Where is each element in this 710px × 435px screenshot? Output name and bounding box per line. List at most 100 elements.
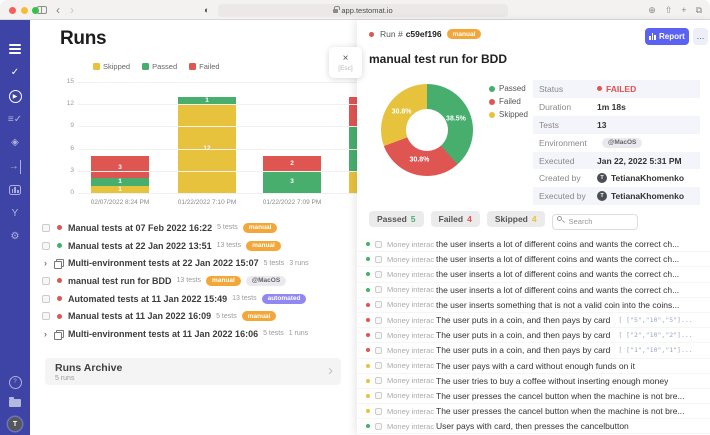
tab-count: 4: [532, 214, 537, 224]
run-detail-panel: Run # c59ef196 manual Report … manual te…: [357, 20, 710, 435]
test-list-item[interactable]: Money interac...the user inserts a lot o…: [357, 252, 710, 267]
status-text: FAILED: [606, 84, 636, 94]
new-tab-icon[interactable]: +: [681, 5, 686, 15]
test-checkbox[interactable]: [375, 362, 382, 369]
test-checkbox[interactable]: [375, 332, 382, 339]
browser-forward-icon[interactable]: ›: [70, 1, 74, 19]
donut-legend-item-failed: Failed: [489, 95, 528, 108]
test-example-data: [ ["2","10","2"]...: [618, 331, 692, 339]
test-checkbox[interactable]: [375, 423, 382, 430]
test-status-dot: [366, 318, 370, 322]
test-list-item[interactable]: Money interac...The user puts in a coin,…: [357, 343, 710, 358]
test-suite-name: Money interac...: [387, 391, 434, 400]
tab-passed[interactable]: Passed5: [369, 211, 424, 227]
help-nav-item[interactable]: ?: [0, 375, 30, 389]
test-checkbox[interactable]: [375, 408, 382, 415]
test-list-item[interactable]: Money interac...the user inserts somethi…: [357, 298, 710, 313]
runs-play-icon: ▶: [9, 90, 22, 103]
menu-nav-item[interactable]: [0, 42, 30, 56]
run-checkbox[interactable]: [42, 295, 50, 303]
run-list-item[interactable]: ›Multi-environment tests at 22 Jan 2022 …: [30, 254, 357, 272]
runs-play-nav-item[interactable]: ▶: [0, 89, 30, 103]
test-list-item[interactable]: Money interac...The user pays with a car…: [357, 359, 710, 374]
archive-meta: 5 runs: [55, 375, 331, 382]
test-list-item[interactable]: Money interac...the user inserts a lot o…: [357, 237, 710, 252]
test-list-item[interactable]: Money interac...The user tries to buy a …: [357, 374, 710, 389]
legend-swatch: [93, 63, 100, 70]
test-list-nav-item[interactable]: ≡✓: [0, 113, 30, 127]
test-list-item[interactable]: Money interac...the user inserts a lot o…: [357, 267, 710, 282]
tab-label: Skipped: [495, 214, 528, 224]
test-list-item[interactable]: Money interac...the user inserts a lot o…: [357, 283, 710, 298]
test-list-item[interactable]: Money interac...The user puts in a coin,…: [357, 328, 710, 343]
import-nav-item[interactable]: →: [0, 160, 30, 174]
test-suite-name: Money interac...: [387, 376, 434, 385]
run-checkbox[interactable]: [42, 224, 50, 232]
bar-segment-failed: 2: [263, 156, 321, 171]
more-options-button[interactable]: …: [693, 28, 708, 45]
test-list-item[interactable]: Money interac...The user puts in a coin,…: [357, 313, 710, 328]
run-checkbox[interactable]: [42, 242, 50, 250]
sidebar-bottom: ?T: [0, 375, 30, 431]
user-name: TetianaKhomenko: [611, 173, 684, 183]
test-list-item[interactable]: Money interac...The user presses the can…: [357, 389, 710, 404]
run-list-item[interactable]: Manual tests at 07 Feb 2022 16:225 tests…: [30, 219, 357, 237]
results-check-nav-item[interactable]: ✓: [0, 66, 30, 80]
test-checkbox[interactable]: [375, 286, 382, 293]
donut-legend-swatch: [489, 86, 495, 92]
runs-list: Manual tests at 07 Feb 2022 16:225 tests…: [30, 219, 357, 343]
address-bar[interactable]: app.testomat.io: [218, 4, 508, 17]
run-list-item[interactable]: manual test run for BDD13 testsmanual@Ma…: [30, 272, 357, 290]
close-icon[interactable]: ×: [343, 54, 349, 64]
test-checkbox[interactable]: [375, 271, 382, 278]
info-row: Environment@MacOS: [533, 134, 700, 152]
run-list-item[interactable]: Automated tests at 11 Jan 2022 15:4913 t…: [30, 290, 357, 308]
legend-swatch: [189, 63, 196, 70]
suites-nav-item[interactable]: ◈: [0, 136, 30, 150]
test-checkbox[interactable]: [375, 392, 382, 399]
run-list-item[interactable]: Manual tests at 11 Jan 2022 16:095 tests…: [30, 307, 357, 325]
test-example-data: [ ["1","10","1"]...: [618, 346, 692, 354]
expand-chevron-icon[interactable]: ›: [44, 329, 47, 339]
test-checkbox[interactable]: [375, 317, 382, 324]
extension-shield-icon[interactable]: ◐: [204, 5, 213, 15]
projects-folder-nav-item[interactable]: [0, 396, 30, 410]
tab-skipped[interactable]: Skipped 4: [487, 211, 545, 227]
test-suite-name: Money interac...: [387, 361, 434, 370]
run-list-item[interactable]: ›Multi-environment tests at 11 Jan 2022 …: [30, 325, 357, 343]
test-status-dot: [366, 424, 370, 428]
branches-nav-item[interactable]: Y: [0, 207, 30, 221]
window-close-button[interactable]: [9, 7, 16, 14]
page-settings-icon[interactable]: ⊕: [648, 5, 656, 16]
browser-sidebar-toggle-icon[interactable]: [37, 6, 47, 14]
run-list-item[interactable]: Manual tests at 22 Jan 2022 13:5113 test…: [30, 237, 357, 255]
share-icon[interactable]: ⇧: [665, 5, 673, 16]
tab-failed[interactable]: Failed4: [431, 211, 480, 227]
run-checkbox[interactable]: [42, 277, 50, 285]
test-checkbox[interactable]: [375, 377, 382, 384]
test-status-dot: [366, 272, 370, 276]
legend-label: Failed: [199, 62, 219, 71]
test-list-item[interactable]: Money interac...The user presses the can…: [357, 404, 710, 419]
runs-archive-card[interactable]: Runs Archive 5 runs ›: [45, 358, 341, 385]
test-checkbox[interactable]: [375, 256, 382, 263]
test-checkbox[interactable]: [375, 347, 382, 354]
analytics-nav-item[interactable]: [0, 183, 30, 197]
search-icon: [557, 216, 562, 221]
test-list-item[interactable]: Money interac...User pays with card, the…: [357, 419, 710, 434]
browser-back-icon[interactable]: ‹: [56, 1, 60, 19]
test-title: the user inserts a lot of different coin…: [436, 285, 679, 295]
test-checkbox[interactable]: [375, 301, 382, 308]
report-button[interactable]: Report: [645, 28, 689, 45]
info-row: Executed byTTetianaKhomenko: [533, 187, 700, 205]
window-minimize-button[interactable]: [21, 7, 28, 14]
user-avatar[interactable]: T: [8, 417, 22, 431]
run-checkbox[interactable]: [42, 312, 50, 320]
tabs-overview-icon[interactable]: ⧉: [696, 5, 702, 16]
settings-gear-nav-item[interactable]: ⚙: [0, 230, 30, 244]
test-checkbox[interactable]: [375, 241, 382, 248]
expand-chevron-icon[interactable]: ›: [44, 258, 47, 268]
info-value: 1m 18s: [597, 102, 626, 112]
run-status-dot: [57, 296, 62, 301]
run-label: Run #: [380, 29, 403, 39]
